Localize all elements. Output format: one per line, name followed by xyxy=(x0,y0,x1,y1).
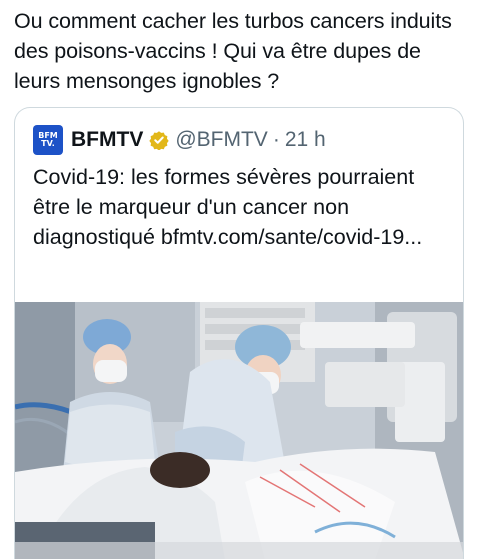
hospital-photo[interactable] xyxy=(15,302,463,559)
separator-dot: · xyxy=(272,128,280,151)
quoted-tweet-text: Covid-19: les formes sévères pourraient … xyxy=(33,165,423,249)
bfmtv-avatar[interactable]: BFM TV. xyxy=(33,125,63,155)
author-name[interactable]: BFMTV xyxy=(71,128,143,152)
avatar-text-bottom: TV. xyxy=(41,139,55,148)
quoted-tweet-card[interactable]: BFM TV. BFMTV @BFMTV · 21 h Covid-19: le… xyxy=(14,107,464,559)
quoted-tweet-header: BFM TV. BFMTV @BFMTV · 21 h xyxy=(33,124,326,156)
author-handle[interactable]: @BFMTV xyxy=(175,128,267,152)
tweet-text: Ou comment cacher les turbos cancers ind… xyxy=(14,9,452,93)
verified-badge-icon xyxy=(149,130,169,151)
tweet-timestamp[interactable]: 21 h xyxy=(285,128,326,152)
